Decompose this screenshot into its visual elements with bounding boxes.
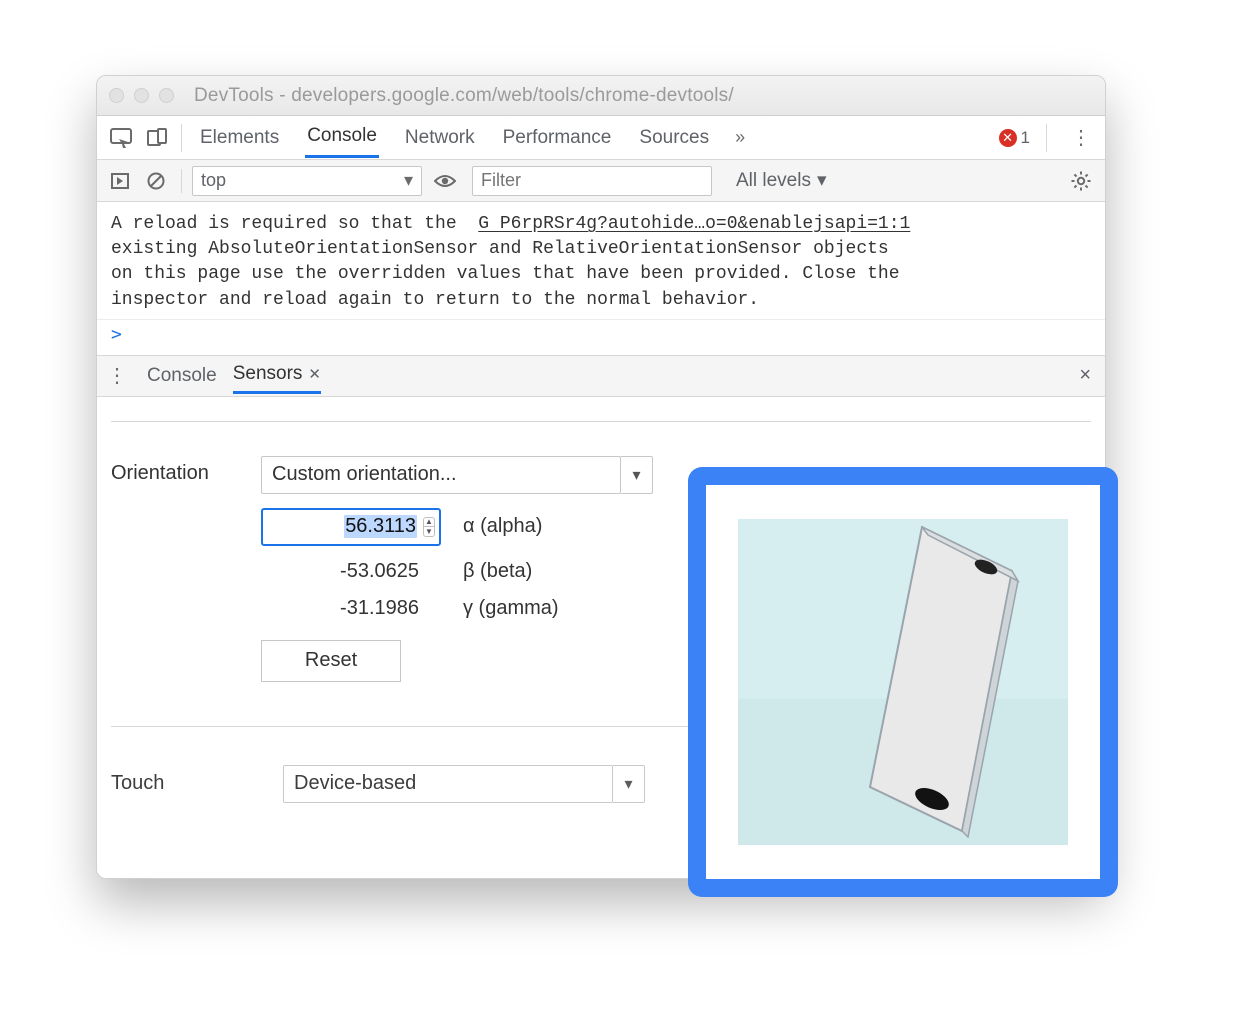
device-model-icon: [812, 519, 1032, 839]
log-levels-label: All levels: [736, 170, 811, 192]
drawer-menu-button[interactable]: ⋮: [107, 363, 127, 388]
beta-label: β (beta): [463, 560, 532, 583]
tab-elements[interactable]: Elements: [198, 119, 281, 157]
tabs-overflow-button[interactable]: »: [735, 127, 745, 148]
orientation-preview-highlight: [688, 467, 1118, 897]
error-count[interactable]: ✕ 1: [999, 128, 1030, 148]
window-zoom-button[interactable]: [159, 88, 174, 103]
live-expression-icon[interactable]: [434, 173, 456, 189]
alpha-label: α (alpha): [463, 515, 542, 538]
device-toolbar-icon[interactable]: [139, 123, 175, 153]
main-menu-button[interactable]: ⋮: [1063, 125, 1099, 150]
divider: [181, 169, 182, 193]
toggle-sidebar-icon[interactable]: [105, 168, 135, 194]
log-levels-selector[interactable]: All levels ▾: [736, 169, 827, 192]
inspect-element-icon[interactable]: [103, 123, 139, 153]
chevron-down-icon: ▾: [404, 170, 413, 191]
touch-preset-value: Device-based: [294, 772, 416, 795]
message-source-link[interactable]: G P6rpRSr4g?autohide…o=0&enablejsapi=1:1: [478, 214, 910, 234]
console-prompt[interactable]: >: [97, 320, 1105, 355]
orientation-preset-select[interactable]: Custom orientation...: [261, 456, 621, 494]
tab-network[interactable]: Network: [403, 119, 477, 157]
error-icon: ✕: [999, 129, 1017, 147]
drawer-tabstrip: ⋮ Console Sensors ✕ ×: [97, 355, 1105, 397]
window-minimize-button[interactable]: [134, 88, 149, 103]
tab-performance[interactable]: Performance: [501, 119, 614, 157]
orientation-preview[interactable]: [738, 519, 1068, 845]
orientation-label: Orientation: [111, 456, 261, 485]
alpha-value: 56.3113: [344, 515, 417, 538]
tab-sources[interactable]: Sources: [637, 119, 711, 157]
reset-button[interactable]: Reset: [261, 640, 401, 682]
divider: [111, 421, 1091, 422]
context-selector[interactable]: top ▾: [192, 166, 422, 196]
prompt-caret-icon: >: [111, 324, 122, 345]
filter-input[interactable]: [472, 166, 712, 196]
chevron-down-icon: ▾: [817, 169, 827, 192]
drawer-close-button[interactable]: ×: [1075, 364, 1095, 387]
error-count-value: 1: [1021, 128, 1030, 148]
divider: [181, 124, 182, 152]
chevron-down-icon[interactable]: ▾: [621, 456, 653, 494]
window-close-button[interactable]: [109, 88, 124, 103]
console-toolbar: top ▾ All levels ▾: [97, 160, 1105, 202]
drawer-tab-console[interactable]: Console: [147, 359, 217, 393]
console-settings-icon[interactable]: [1065, 171, 1097, 191]
beta-value[interactable]: -53.0625: [261, 560, 441, 583]
gamma-value[interactable]: -31.1986: [261, 597, 441, 620]
main-tabstrip: Elements Console Network Performance Sou…: [97, 116, 1105, 160]
window-traffic-lights: [109, 88, 174, 103]
chevron-down-icon[interactable]: ▾: [613, 765, 645, 803]
console-body: A reload is required so that the G P6rpR…: [97, 202, 1105, 320]
window-titlebar: DevTools - developers.google.com/web/too…: [97, 76, 1105, 116]
window-title: DevTools - developers.google.com/web/too…: [194, 85, 734, 107]
tab-console[interactable]: Console: [305, 117, 379, 158]
console-message: A reload is required so that the G P6rpR…: [111, 212, 1093, 313]
alpha-input[interactable]: 56.3113 ▲▼: [261, 508, 441, 546]
orientation-preset-value: Custom orientation...: [272, 463, 457, 486]
number-spinner[interactable]: ▲▼: [423, 517, 435, 537]
context-selector-value: top: [201, 170, 226, 191]
close-tab-icon[interactable]: ✕: [308, 365, 321, 383]
touch-preset-select[interactable]: Device-based: [283, 765, 613, 803]
touch-label: Touch: [111, 772, 261, 795]
main-tabs: Elements Console Network Performance Sou…: [198, 117, 999, 158]
drawer-tab-sensors[interactable]: Sensors ✕: [233, 357, 321, 394]
reset-button-label: Reset: [305, 649, 357, 672]
clear-console-icon[interactable]: [141, 168, 171, 194]
gamma-label: γ (gamma): [463, 597, 559, 620]
divider: [1046, 124, 1047, 152]
